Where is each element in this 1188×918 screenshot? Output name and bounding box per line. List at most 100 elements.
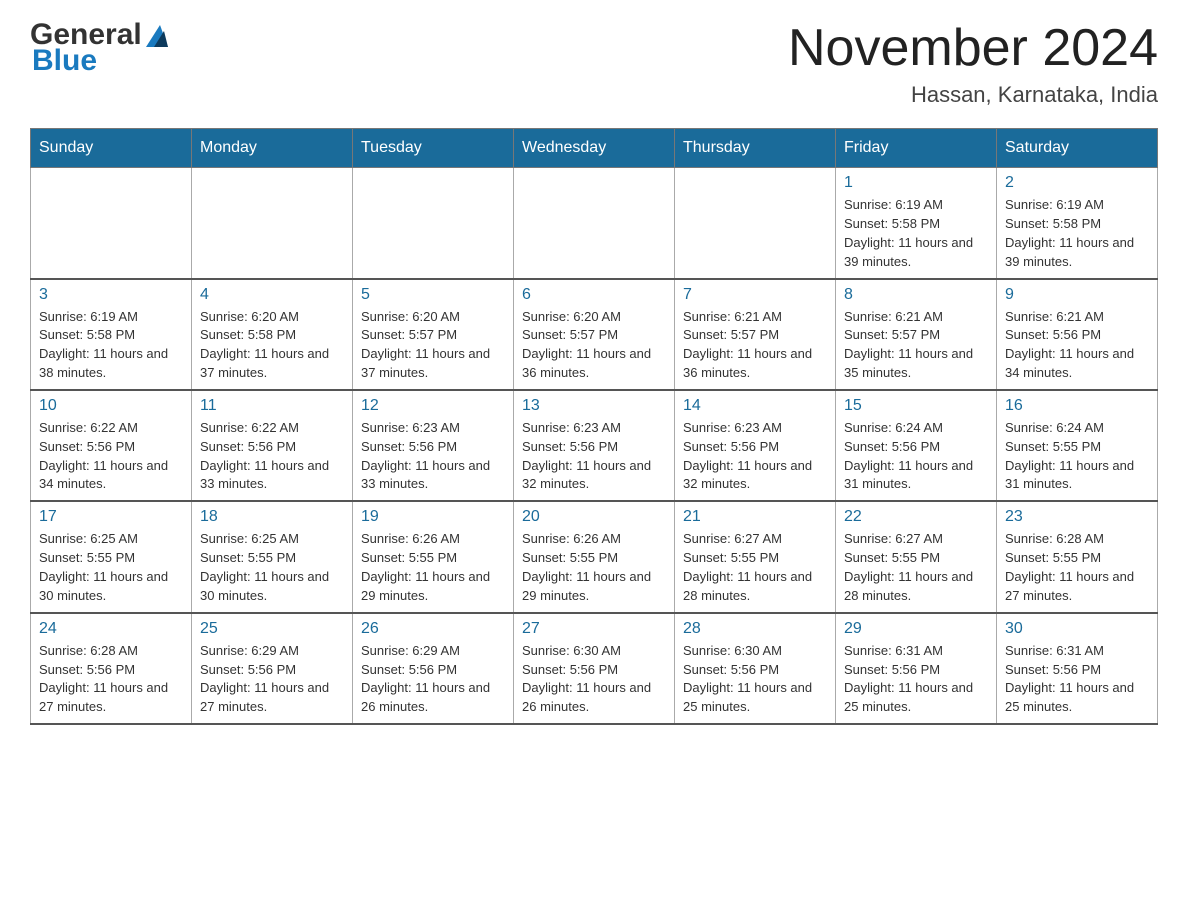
day-number: 26 <box>361 620 505 638</box>
calendar-day-cell: 16 Sunrise: 6:24 AMSunset: 5:55 PMDayligh… <box>997 390 1158 501</box>
day-number: 19 <box>361 508 505 526</box>
calendar-day-cell <box>353 168 514 279</box>
page-header: General Blue November 2024 Hassan, Karna… <box>30 20 1158 108</box>
calendar-day-cell <box>31 168 192 279</box>
day-of-week-header: Saturday <box>997 129 1158 168</box>
logo-blue-text: Blue <box>30 44 168 78</box>
calendar-table: SundayMondayTuesdayWednesdayThursdayFrid… <box>30 128 1158 725</box>
calendar-day-cell <box>675 168 836 279</box>
calendar-day-cell: 21 Sunrise: 6:27 AMSunset: 5:55 PMDayligh… <box>675 501 836 612</box>
calendar-day-cell: 27 Sunrise: 6:30 AMSunset: 5:56 PMDayligh… <box>514 613 675 724</box>
day-number: 22 <box>844 508 988 526</box>
calendar-day-cell: 20Sunrise: 6:26 AMSunset: 5:55 PMDayligh… <box>514 501 675 612</box>
day-info: Sunrise: 6:21 AMSunset: 5:57 PMDaylight:… <box>683 308 827 383</box>
logo: General Blue <box>30 20 168 78</box>
calendar-day-cell: 28 Sunrise: 6:30 AMSunset: 5:56 PMDayligh… <box>675 613 836 724</box>
day-number: 15 <box>844 397 988 415</box>
day-info: Sunrise: 6:28 AMSunset: 5:56 PMDaylight:… <box>39 642 183 717</box>
calendar-week-row: 3 Sunrise: 6:19 AMSunset: 5:58 PMDaylight… <box>31 279 1158 390</box>
calendar-week-row: 24Sunrise: 6:28 AMSunset: 5:56 PMDayligh… <box>31 613 1158 724</box>
day-number: 20 <box>522 508 666 526</box>
day-info: Sunrise: 6:23 AMSunset: 5:56 PMDaylight:… <box>683 419 827 494</box>
calendar-day-cell: 14 Sunrise: 6:23 AMSunset: 5:56 PMDayligh… <box>675 390 836 501</box>
calendar-header-row: SundayMondayTuesdayWednesdayThursdayFrid… <box>31 129 1158 168</box>
day-info: Sunrise: 6:22 AMSunset: 5:56 PMDaylight:… <box>39 419 183 494</box>
day-info: Sunrise: 6:24 AMSunset: 5:55 PMDaylight:… <box>1005 419 1149 494</box>
calendar-day-cell: 23 Sunrise: 6:28 AMSunset: 5:55 PMDayligh… <box>997 501 1158 612</box>
day-info: Sunrise: 6:20 AMSunset: 5:58 PMDaylight:… <box>200 308 344 383</box>
day-info: Sunrise: 6:20 AMSunset: 5:57 PMDaylight:… <box>522 308 666 383</box>
day-number: 21 <box>683 508 827 526</box>
day-info: Sunrise: 6:27 AMSunset: 5:55 PMDaylight:… <box>844 530 988 605</box>
calendar-day-cell: 30Sunrise: 6:31 AMSunset: 5:56 PMDayligh… <box>997 613 1158 724</box>
day-info: Sunrise: 6:20 AMSunset: 5:57 PMDaylight:… <box>361 308 505 383</box>
calendar-week-row: 1 Sunrise: 6:19 AMSunset: 5:58 PMDaylight… <box>31 168 1158 279</box>
day-info: Sunrise: 6:29 AMSunset: 5:56 PMDaylight:… <box>200 642 344 717</box>
day-info: Sunrise: 6:28 AMSunset: 5:55 PMDaylight:… <box>1005 530 1149 605</box>
day-number: 3 <box>39 286 183 304</box>
calendar-day-cell: 11 Sunrise: 6:22 AMSunset: 5:56 PMDayligh… <box>192 390 353 501</box>
calendar-day-cell: 25 Sunrise: 6:29 AMSunset: 5:56 PMDayligh… <box>192 613 353 724</box>
day-number: 5 <box>361 286 505 304</box>
day-number: 29 <box>844 620 988 638</box>
calendar-day-cell: 1 Sunrise: 6:19 AMSunset: 5:58 PMDaylight… <box>836 168 997 279</box>
day-of-week-header: Friday <box>836 129 997 168</box>
location-subtitle: Hassan, Karnataka, India <box>788 82 1158 108</box>
day-info: Sunrise: 6:22 AMSunset: 5:56 PMDaylight:… <box>200 419 344 494</box>
day-info: Sunrise: 6:23 AMSunset: 5:56 PMDaylight:… <box>522 419 666 494</box>
calendar-day-cell: 19 Sunrise: 6:26 AMSunset: 5:55 PMDayligh… <box>353 501 514 612</box>
day-number: 16 <box>1005 397 1149 415</box>
calendar-day-cell: 8 Sunrise: 6:21 AMSunset: 5:57 PMDaylight… <box>836 279 997 390</box>
day-info: Sunrise: 6:29 AMSunset: 5:56 PMDaylight:… <box>361 642 505 717</box>
calendar-day-cell: 24Sunrise: 6:28 AMSunset: 5:56 PMDayligh… <box>31 613 192 724</box>
calendar-day-cell: 26 Sunrise: 6:29 AMSunset: 5:56 PMDayligh… <box>353 613 514 724</box>
calendar-day-cell: 9 Sunrise: 6:21 AMSunset: 5:56 PMDaylight… <box>997 279 1158 390</box>
day-info: Sunrise: 6:25 AMSunset: 5:55 PMDaylight:… <box>200 530 344 605</box>
calendar-week-row: 10 Sunrise: 6:22 AMSunset: 5:56 PMDayligh… <box>31 390 1158 501</box>
day-number: 12 <box>361 397 505 415</box>
day-number: 25 <box>200 620 344 638</box>
day-info: Sunrise: 6:21 AMSunset: 5:56 PMDaylight:… <box>1005 308 1149 383</box>
day-info: Sunrise: 6:27 AMSunset: 5:55 PMDaylight:… <box>683 530 827 605</box>
calendar-week-row: 17 Sunrise: 6:25 AMSunset: 5:55 PMDayligh… <box>31 501 1158 612</box>
day-info: Sunrise: 6:19 AMSunset: 5:58 PMDaylight:… <box>39 308 183 383</box>
calendar-day-cell: 7 Sunrise: 6:21 AMSunset: 5:57 PMDaylight… <box>675 279 836 390</box>
calendar-day-cell: 4Sunrise: 6:20 AMSunset: 5:58 PMDaylight… <box>192 279 353 390</box>
day-number: 10 <box>39 397 183 415</box>
day-number: 9 <box>1005 286 1149 304</box>
day-number: 17 <box>39 508 183 526</box>
month-title: November 2024 <box>788 20 1158 77</box>
calendar-day-cell: 6 Sunrise: 6:20 AMSunset: 5:57 PMDaylight… <box>514 279 675 390</box>
calendar-day-cell: 17Sunrise: 6:25 AMSunset: 5:55 PMDayligh… <box>31 501 192 612</box>
day-number: 1 <box>844 174 988 192</box>
day-number: 28 <box>683 620 827 638</box>
title-area: November 2024 Hassan, Karnataka, India <box>788 20 1158 108</box>
day-info: Sunrise: 6:30 AMSunset: 5:56 PMDaylight:… <box>683 642 827 717</box>
day-number: 18 <box>200 508 344 526</box>
day-number: 23 <box>1005 508 1149 526</box>
day-info: Sunrise: 6:31 AMSunset: 5:56 PMDaylight:… <box>1005 642 1149 717</box>
day-info: Sunrise: 6:23 AMSunset: 5:56 PMDaylight:… <box>361 419 505 494</box>
day-number: 11 <box>200 397 344 415</box>
day-number: 6 <box>522 286 666 304</box>
day-number: 14 <box>683 397 827 415</box>
day-info: Sunrise: 6:26 AMSunset: 5:55 PMDaylight:… <box>361 530 505 605</box>
calendar-day-cell: 13Sunrise: 6:23 AMSunset: 5:56 PMDayligh… <box>514 390 675 501</box>
day-of-week-header: Thursday <box>675 129 836 168</box>
day-info: Sunrise: 6:19 AMSunset: 5:58 PMDaylight:… <box>1005 196 1149 271</box>
calendar-day-cell: 22 Sunrise: 6:27 AMSunset: 5:55 PMDayligh… <box>836 501 997 612</box>
day-info: Sunrise: 6:19 AMSunset: 5:58 PMDaylight:… <box>844 196 988 271</box>
day-info: Sunrise: 6:30 AMSunset: 5:56 PMDaylight:… <box>522 642 666 717</box>
calendar-day-cell: 2Sunrise: 6:19 AMSunset: 5:58 PMDaylight… <box>997 168 1158 279</box>
calendar-day-cell: 10 Sunrise: 6:22 AMSunset: 5:56 PMDayligh… <box>31 390 192 501</box>
calendar-day-cell: 29 Sunrise: 6:31 AMSunset: 5:56 PMDayligh… <box>836 613 997 724</box>
calendar-day-cell: 3 Sunrise: 6:19 AMSunset: 5:58 PMDaylight… <box>31 279 192 390</box>
day-of-week-header: Tuesday <box>353 129 514 168</box>
calendar-day-cell: 12 Sunrise: 6:23 AMSunset: 5:56 PMDayligh… <box>353 390 514 501</box>
day-number: 27 <box>522 620 666 638</box>
day-number: 8 <box>844 286 988 304</box>
day-number: 7 <box>683 286 827 304</box>
calendar-day-cell: 18 Sunrise: 6:25 AMSunset: 5:55 PMDayligh… <box>192 501 353 612</box>
day-info: Sunrise: 6:31 AMSunset: 5:56 PMDaylight:… <box>844 642 988 717</box>
day-info: Sunrise: 6:21 AMSunset: 5:57 PMDaylight:… <box>844 308 988 383</box>
